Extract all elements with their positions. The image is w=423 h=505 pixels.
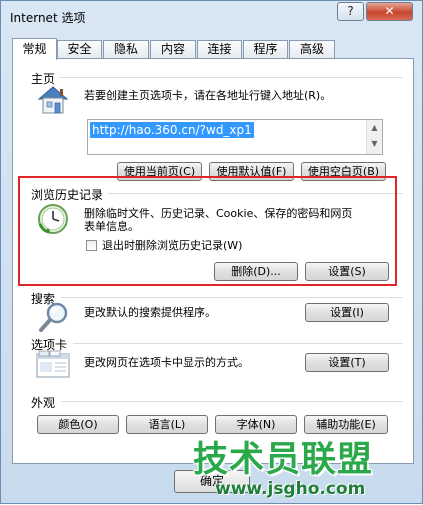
homepage-group-line	[53, 77, 403, 78]
homepage-url-textarea[interactable]: http://hao.360.cn/?wd_xp1 ▲ ▼	[87, 119, 383, 155]
history-clock-icon	[36, 202, 70, 236]
tabs-group-line	[73, 343, 403, 344]
window-title: Internet 选项	[10, 11, 86, 25]
search-magnifier-icon	[37, 301, 71, 333]
delete-history-button[interactable]: 删除(D)...	[214, 262, 298, 281]
history-group-line	[108, 193, 403, 194]
home-icon	[35, 84, 71, 116]
watermark-url-text: www.jsgho.com	[215, 479, 366, 499]
use-default-button[interactable]: 使用默认值(F)	[209, 162, 294, 181]
tab-connections[interactable]: 连接	[197, 40, 242, 59]
appearance-group-label: 外观	[31, 394, 60, 411]
watermark-main-text: 技术员联盟	[193, 440, 374, 480]
tab-privacy[interactable]: 隐私	[103, 40, 149, 59]
use-blank-button[interactable]: 使用空白页(B)	[301, 162, 386, 181]
tabs-description: 更改网页在选项卡中显示的方式。	[84, 356, 249, 369]
close-button[interactable]: ✕	[366, 2, 413, 21]
tab-content[interactable]: 内容	[150, 40, 196, 59]
general-tab-panel: 主页 若要创建主页选项卡，请在各地址行键入地址(R)。 http://hao.3…	[12, 58, 414, 464]
use-current-button[interactable]: 使用当前页(C)	[117, 162, 202, 181]
help-button[interactable]: ?	[337, 2, 364, 21]
history-description-line1: 删除临时文件、历史记录、Cookie、保存的密码和网页	[84, 207, 353, 220]
tab-programs[interactable]: 程序	[243, 40, 288, 59]
search-settings-button[interactable]: 设置(I)	[305, 303, 389, 322]
tab-advanced[interactable]: 高级	[289, 40, 335, 59]
internet-options-window: Internet 选项 ? ✕ 常规 安全 隐私 内容 连接 程序 高级 主页 …	[0, 0, 423, 504]
history-description-line2: 表单信息。	[84, 220, 139, 233]
search-group-line	[61, 297, 403, 298]
search-description: 更改默认的搜索提供程序。	[84, 306, 216, 319]
tabs-settings-button[interactable]: 设置(T)	[305, 353, 389, 372]
homepage-description: 若要创建主页选项卡，请在各地址行键入地址(R)。	[84, 89, 332, 102]
homepage-url-value: http://hao.360.cn/?wd_xp1	[90, 122, 254, 138]
delete-on-exit-label: 退出时删除浏览历史记录(W)	[102, 239, 243, 252]
history-group-label: 浏览历史记录	[31, 186, 108, 203]
tabs-window-icon	[35, 349, 71, 379]
history-settings-button[interactable]: 设置(S)	[305, 262, 389, 281]
url-scrollbar[interactable]: ▲ ▼	[366, 120, 382, 154]
delete-on-exit-checkbox[interactable]	[86, 240, 97, 251]
tab-security[interactable]: 安全	[57, 40, 102, 59]
tab-general[interactable]: 常规	[12, 38, 57, 60]
colors-button[interactable]: 颜色(O)	[37, 415, 119, 434]
appearance-group-line	[61, 401, 403, 402]
site-watermark: 技术员联盟 www.jsgho.com	[187, 431, 422, 505]
